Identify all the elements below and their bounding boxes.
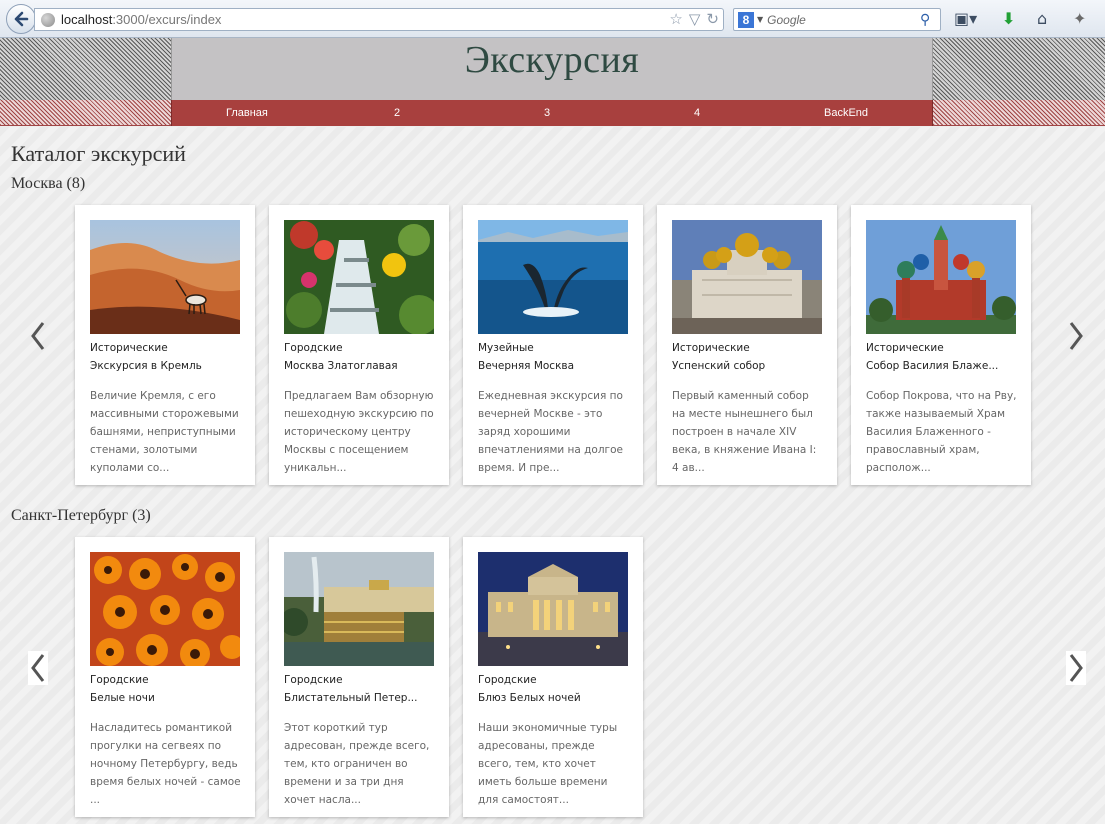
card-image-whale-tail[interactable] (478, 220, 628, 334)
card-category: Городские (90, 674, 149, 686)
card-category: Городские (284, 342, 343, 354)
excursion-card[interactable]: Исторические Успенский собор Первый каме… (657, 205, 837, 485)
card-category: Городские (478, 674, 537, 686)
card-title[interactable]: Вечерняя Москва (478, 360, 574, 372)
card-title[interactable]: Москва Златоглавая (284, 360, 398, 372)
card-image-orange-flowers[interactable] (90, 552, 240, 666)
nav-item-backend[interactable]: BackEnd (824, 107, 868, 119)
search-icon[interactable]: ⚲ (920, 12, 940, 28)
bookmark-star-icon[interactable]: ☆ (669, 10, 682, 28)
card-title[interactable]: Успенский собор (672, 360, 765, 372)
card-image-desert-oryx[interactable] (90, 220, 240, 334)
search-engine-icon[interactable]: 8 (738, 11, 754, 28)
card-description: Насладитесь романтикой прогулки на сегве… (90, 722, 241, 806)
carousel-next-button[interactable] (1066, 319, 1086, 353)
reload-icon[interactable]: ↻ (706, 10, 719, 28)
card-image-st-basil[interactable] (866, 220, 1016, 334)
card-title[interactable]: Блюз Белых ночей (478, 692, 581, 704)
nav-item-3[interactable]: 3 (544, 107, 550, 119)
nav-item-2[interactable]: 2 (394, 107, 400, 119)
chevron-right-icon (1069, 654, 1083, 682)
card-title[interactable]: Блистательный Петер... (284, 692, 417, 704)
back-button[interactable] (6, 4, 36, 34)
home-icon[interactable]: ⌂ (1037, 9, 1047, 28)
chevron-left-icon (31, 322, 45, 350)
search-placeholder[interactable]: Google (767, 13, 920, 27)
excursion-card[interactable]: Исторические Собор Василия Блаже... Собо… (851, 205, 1031, 485)
card-description: Первый каменный собор на месте нынешнего… (672, 390, 817, 474)
excursion-card[interactable]: Городские Белые ночи Насладитесь романти… (75, 537, 255, 817)
section-title-moscow: Москва (8) (11, 175, 86, 192)
site-title: Экскурсия (464, 39, 640, 81)
card-description: Наши экономичные туры адресованы, прежде… (478, 722, 618, 806)
excursion-card[interactable]: Городские Москва Златоглавая Предлагаем … (269, 205, 449, 485)
card-image-peterhof[interactable] (284, 552, 434, 666)
chevron-right-icon (1069, 322, 1083, 350)
address-bar[interactable]: localhost:3000/excurs/index ☆ ▽ ↻ (34, 8, 724, 31)
card-description: Этот короткий тур адресован, прежде всег… (284, 722, 430, 806)
excursion-card[interactable]: Городские Блюз Белых ночей Наши экономич… (463, 537, 643, 817)
browser-toolbar: localhost:3000/excurs/index ☆ ▽ ↻ 8 ▼ Go… (0, 0, 1105, 38)
card-category: Исторические (866, 342, 944, 354)
card-title[interactable]: Экскурсия в Кремль (90, 360, 202, 372)
card-description: Величие Кремля, с его массивными стороже… (90, 390, 239, 474)
search-engine-dropdown-icon[interactable]: ▼ (757, 15, 763, 24)
url-text: localhost:3000/excurs/index (61, 12, 222, 27)
nav-item-4[interactable]: 4 (694, 107, 700, 119)
excursion-card[interactable]: Музейные Вечерняя Москва Ежедневная экск… (463, 205, 643, 485)
chevron-left-icon (31, 654, 45, 682)
card-title[interactable]: Белые ночи (90, 692, 155, 704)
nav-item-home[interactable]: Главная (226, 107, 268, 119)
card-category: Исторические (90, 342, 168, 354)
addon-icon[interactable]: ✦ (1073, 9, 1086, 28)
download-icon[interactable]: ⬇ (1002, 9, 1015, 28)
dropdown-triangle-icon[interactable]: ▽ (689, 10, 701, 28)
bookmarks-menu-icon[interactable]: ▣▾ (954, 9, 977, 28)
card-description: Собор Покрова, что на Рву, также называе… (866, 390, 1017, 474)
card-category: Музейные (478, 342, 534, 354)
card-image-palace-night[interactable] (478, 552, 628, 666)
card-image-waterfall-flowers[interactable] (284, 220, 434, 334)
card-description: Ежедневная экскурсия по вечерней Москве … (478, 390, 623, 474)
carousel-prev-button[interactable] (28, 651, 48, 685)
card-description: Предлагаем Вам обзорную пешеходную экску… (284, 390, 434, 474)
card-category: Исторические (672, 342, 750, 354)
main-nav: Главная 2 3 4 BackEnd (171, 100, 933, 126)
search-bar[interactable]: 8 ▼ Google ⚲ (733, 8, 941, 31)
card-image-cathedral[interactable] (672, 220, 822, 334)
excursion-card[interactable]: Городские Блистательный Петер... Этот ко… (269, 537, 449, 817)
back-arrow-icon (14, 11, 29, 27)
section-title-spb: Санкт-Петербург (3) (11, 507, 151, 524)
page-title: Каталог экскурсий (11, 141, 186, 166)
card-title[interactable]: Собор Василия Блаже... (866, 360, 998, 372)
excursion-card[interactable]: Исторические Экскурсия в Кремль Величие … (75, 205, 255, 485)
card-category: Городские (284, 674, 343, 686)
carousel-next-button[interactable] (1066, 651, 1086, 685)
carousel-prev-button[interactable] (28, 319, 48, 353)
site-header: Экскурсия (171, 38, 933, 100)
globe-icon (41, 12, 55, 27)
